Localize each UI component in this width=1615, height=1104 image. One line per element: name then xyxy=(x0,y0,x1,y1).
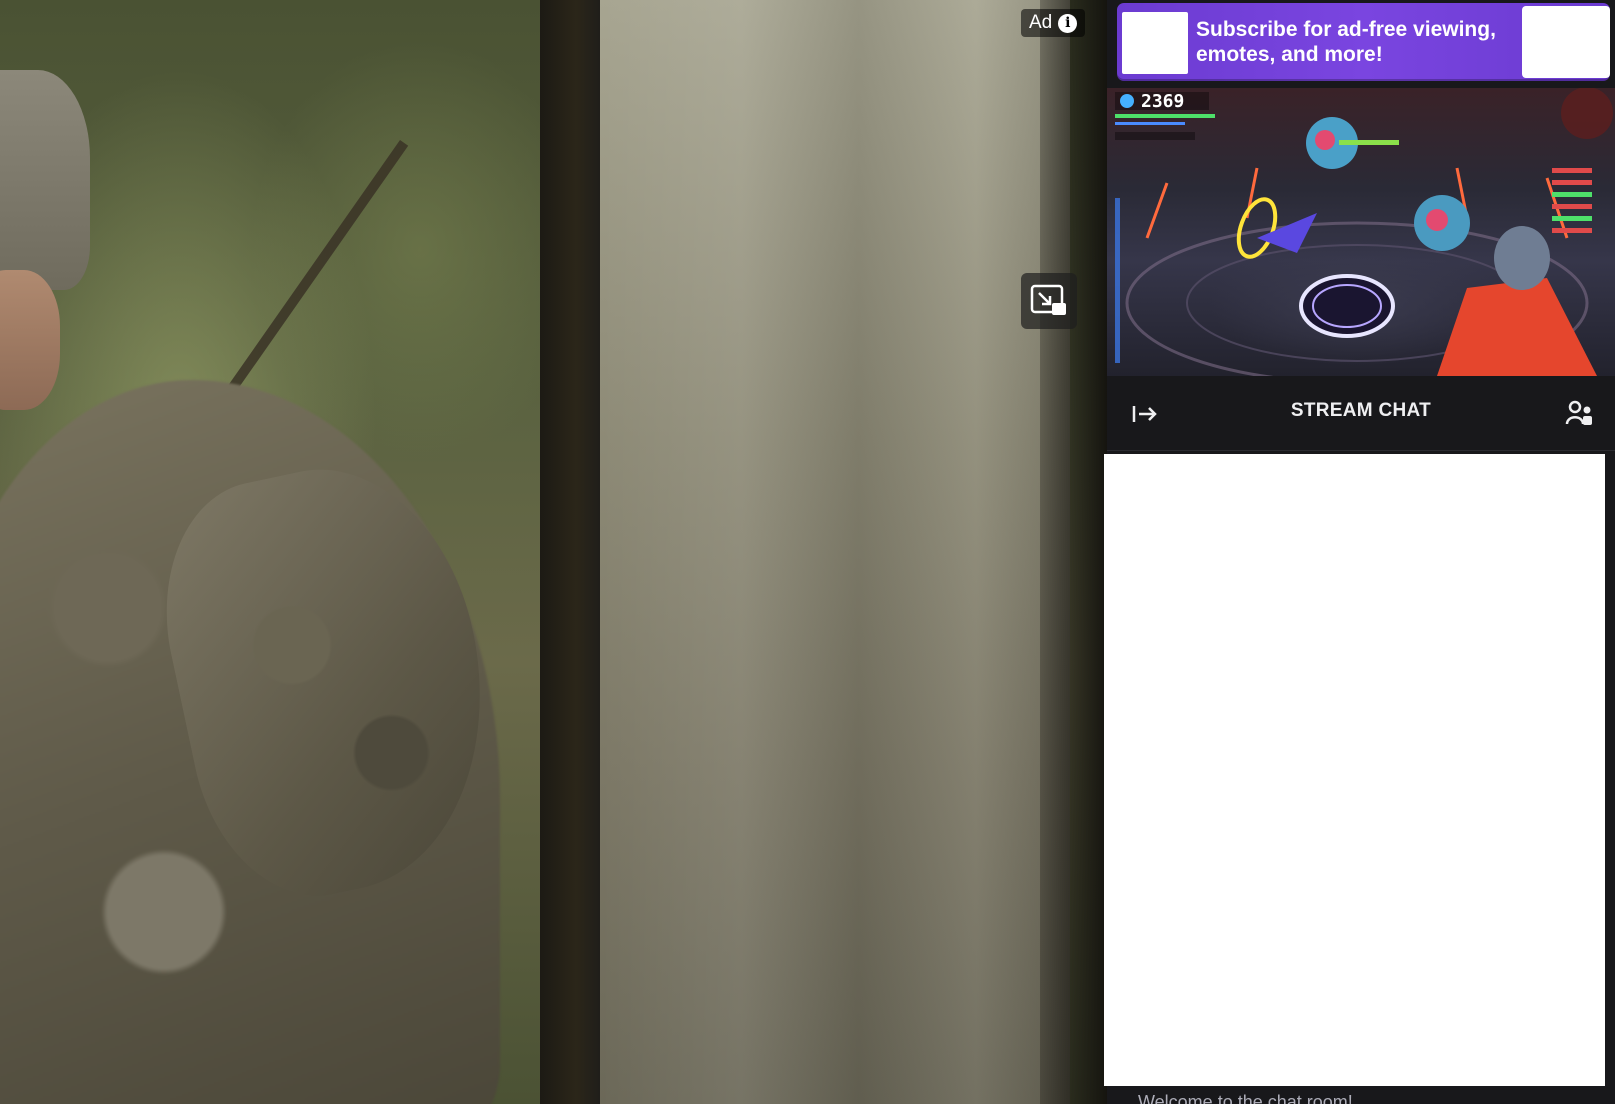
promo-text: Subscribe for ad-free viewing, emotes, a… xyxy=(1196,18,1496,66)
video-frame-detail xyxy=(600,0,1070,1104)
promo-image-right xyxy=(1522,6,1610,78)
video-player[interactable]: Ad i xyxy=(0,0,1107,1104)
chat-title: STREAM CHAT xyxy=(1290,400,1432,421)
community-button[interactable] xyxy=(1563,396,1597,430)
video-frame-detail xyxy=(0,70,90,290)
mini-stream-player[interactable]: 2369 xyxy=(1107,88,1615,376)
subscribe-promo-banner[interactable]: Subscribe for ad-free viewing, emotes, a… xyxy=(1117,3,1610,81)
promo-image-left xyxy=(1122,12,1188,74)
chat-messages-area[interactable] xyxy=(1104,454,1605,1086)
ad-badge[interactable]: Ad i xyxy=(1021,9,1086,37)
chat-welcome-message: Welcome to the chat room! xyxy=(1138,1092,1353,1104)
picture-in-picture-icon xyxy=(1030,284,1066,315)
stream-page: Ad i Subscribe for ad-free viewing, emot… xyxy=(0,0,1615,1104)
mini-player-game-scene: 2369 xyxy=(1115,88,1613,376)
community-users-icon xyxy=(1565,400,1592,425)
ad-label: Ad xyxy=(1029,12,1053,33)
chat-header: STREAM CHAT xyxy=(1107,376,1615,451)
mini-player-score: 2369 xyxy=(1141,91,1184,112)
video-frame-detail xyxy=(0,270,60,410)
video-frame-detail xyxy=(1040,0,1107,1104)
picture-in-picture-button[interactable] xyxy=(1021,273,1077,329)
info-icon[interactable]: i xyxy=(1058,13,1078,33)
